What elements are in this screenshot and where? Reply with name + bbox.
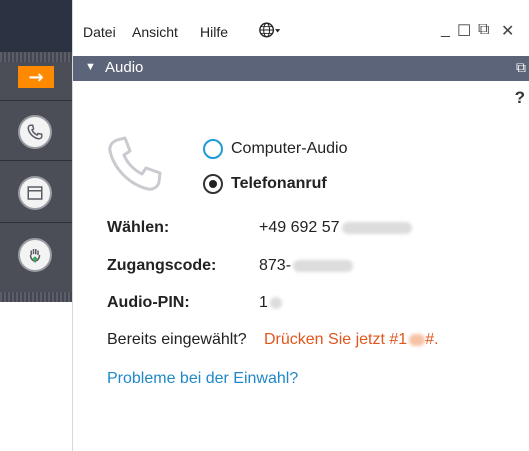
option-computer-audio[interactable]: Computer-Audio — [203, 139, 348, 159]
rail-grip-top — [0, 52, 72, 62]
dial-number: +49 692 57 — [259, 219, 340, 236]
menu-hilfe[interactable]: Hilfe — [200, 24, 228, 40]
already-dialed-text: Bereits eingewählt? — [107, 331, 247, 348]
phone-handset-icon — [108, 136, 162, 191]
rail-divider — [0, 222, 72, 223]
collapse-triangle-icon[interactable]: ▼ — [85, 61, 96, 73]
window-icon[interactable] — [18, 176, 52, 210]
pin-text: 1 — [259, 294, 268, 311]
press-suffix: #. — [425, 331, 439, 348]
raise-hand-icon[interactable] — [18, 238, 52, 272]
pin-value: 1 — [259, 294, 282, 312]
option-telefonanruf[interactable]: Telefonanruf — [203, 174, 327, 194]
panel-title: Audio — [105, 59, 144, 76]
arrow-right-icon[interactable]: → — [18, 66, 54, 88]
rail-divider — [0, 100, 72, 101]
maximize-button[interactable]: ☐ — [457, 21, 471, 41]
restore-button[interactable]: ⧉ — [478, 21, 489, 39]
dial-label: Wählen: — [107, 219, 170, 236]
dial-problems-link[interactable]: Probleme bei der Einwahl? — [107, 370, 298, 388]
left-rail: → — [0, 0, 72, 302]
window-glyph — [27, 186, 43, 200]
option-telefonanruf-label: Telefonanruf — [231, 175, 327, 192]
phone-icon[interactable] — [18, 115, 52, 149]
hand-glyph — [29, 249, 41, 263]
menu-bar: Datei Ansicht Hilfe _ ☐ ⧉ ✕ — [73, 0, 529, 52]
access-code-text: 873- — [259, 257, 292, 274]
access-code-value: 873- — [259, 257, 354, 275]
access-code-label: Zugangscode: — [107, 257, 217, 274]
rail-divider — [0, 160, 72, 161]
phone-glyph — [27, 124, 43, 140]
redacted-pin — [269, 296, 282, 309]
minimize-button[interactable]: _ — [441, 21, 450, 39]
rail-header — [0, 0, 72, 52]
dial-value: +49 692 57 — [259, 219, 412, 237]
redacted-number — [341, 221, 412, 234]
redacted-code — [293, 259, 354, 272]
option-computer-audio-label: Computer-Audio — [231, 140, 348, 157]
audio-window: Datei Ansicht Hilfe _ ☐ ⧉ ✕ ▼ Audio ⧉ ? — [72, 0, 529, 451]
radio-computer-audio[interactable] — [203, 139, 223, 159]
help-button[interactable]: ? — [515, 88, 525, 108]
redacted-pin-code — [409, 333, 426, 346]
pin-label: Audio-PIN: — [107, 294, 190, 311]
globe-glyph — [259, 22, 281, 38]
rail-grip-bottom — [0, 292, 72, 302]
press-prefix: Drücken Sie jetzt #1 — [264, 331, 408, 348]
press-instruction: Drücken Sie jetzt #1 #. — [264, 331, 439, 349]
globe-icon[interactable] — [259, 21, 281, 44]
radio-telefonanruf[interactable] — [203, 174, 223, 194]
menu-datei[interactable]: Datei — [83, 24, 116, 40]
close-button[interactable]: ✕ — [501, 21, 514, 41]
popout-icon[interactable]: ⧉ — [516, 59, 526, 76]
panel-titlebar[interactable]: ▼ Audio ⧉ — [73, 56, 529, 81]
menu-ansicht[interactable]: Ansicht — [132, 24, 178, 40]
